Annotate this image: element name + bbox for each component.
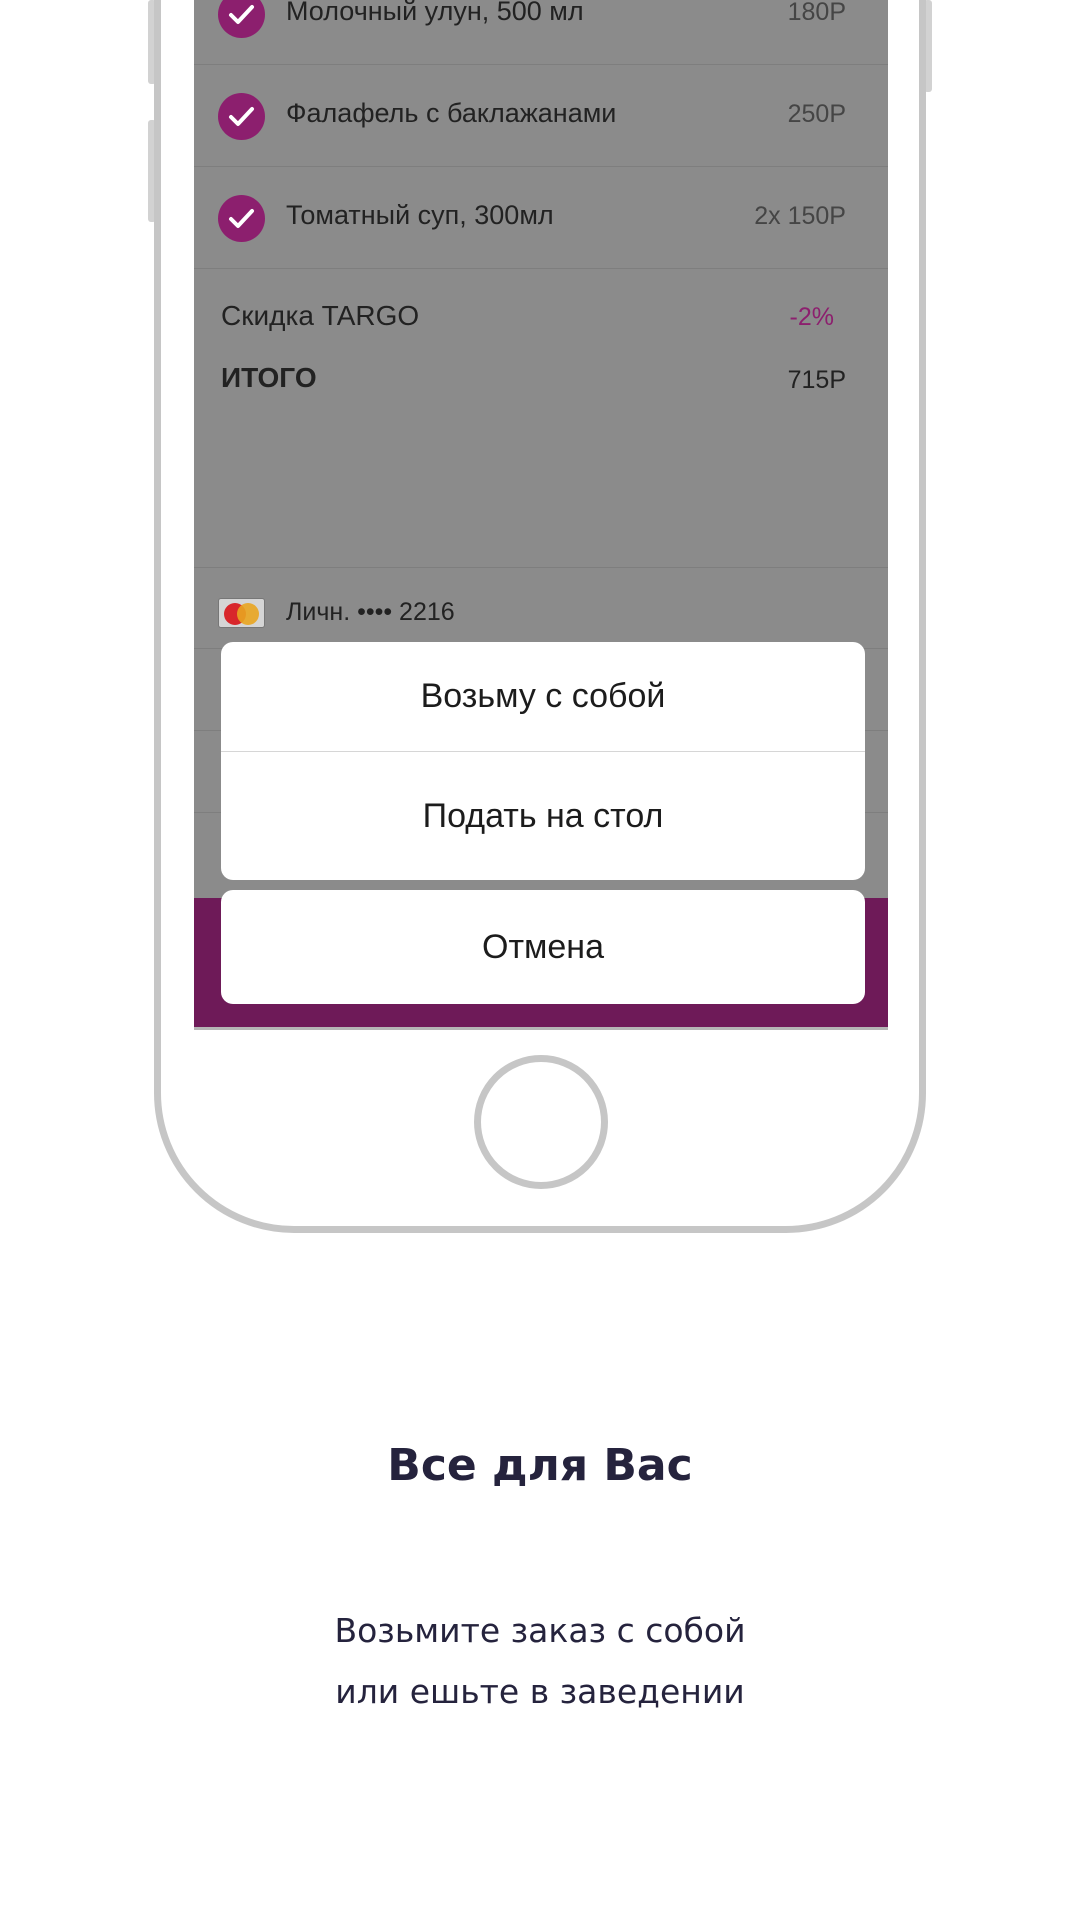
promo-headline: Все для Вас [387,1440,693,1491]
order-item-row[interactable]: Молочный улун, 500 мл 180Р [194,0,888,65]
payment-card-label: Личн. •••• 2216 [286,598,455,626]
mastercard-icon [218,598,265,628]
payment-method-row[interactable]: Личн. •••• 2216 [194,567,888,649]
checkmark-icon [218,0,265,38]
order-item-row[interactable]: Томатный суп, 300мл 2x 150Р [194,167,888,269]
promo-line-2: или ешьте в заведении [335,1672,745,1711]
promo-description: Возьмите заказ с собой или ешьте в завед… [0,1600,1080,1722]
item-name: Томатный суп, 300мл [286,200,554,230]
item-price: 250Р [787,100,846,128]
item-name: Молочный улун, 500 мл [286,0,584,26]
total-label: ИТОГО [221,362,317,393]
item-name: Фалафель с баклажанами [286,98,617,128]
serve-to-table-option-button[interactable]: Подать на стол [221,752,865,880]
checkmark-icon [218,93,265,140]
checkmark-icon [218,195,265,242]
cancel-button[interactable]: Отмена [221,890,865,1004]
discount-label: Скидка TARGO [221,300,420,331]
item-price: 180Р [787,0,846,26]
item-price: 2x 150Р [754,202,846,230]
discount-value: -2% [789,303,834,331]
takeaway-option-button[interactable]: Возьму с собой [221,642,865,752]
promo-line-1: Возьмите заказ с собой [334,1611,746,1650]
home-button [474,1055,608,1189]
total-value: 715Р [787,366,846,394]
action-sheet: Возьму с собой Подать на стол [221,642,865,880]
order-item-row[interactable]: Фалафель с баклажанами 250Р [194,65,888,167]
